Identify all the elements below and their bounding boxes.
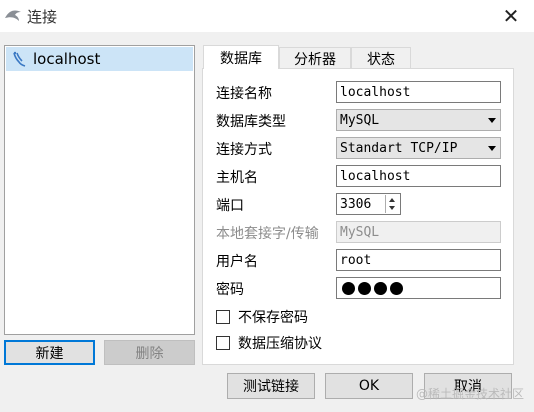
spin-down-icon[interactable] [389, 206, 395, 210]
compression-row[interactable]: 数据压缩协议 [216, 333, 322, 353]
watermark: @稀土掘金技术社区 [415, 387, 524, 401]
connection-method-value: Standart TCP/IP [340, 140, 458, 156]
hostname-field[interactable]: localhost [336, 165, 501, 187]
close-button[interactable]: ✕ [488, 0, 534, 32]
db-type-select[interactable]: MySQL [336, 109, 501, 131]
tab-analyzer[interactable]: 分析器 [279, 47, 351, 69]
chevron-down-icon [488, 118, 496, 123]
password-dot [390, 281, 403, 295]
port-value: 3306 [340, 196, 372, 212]
delete-connection-button[interactable]: 删除 [104, 340, 195, 365]
db-type-label: 数据库类型 [216, 114, 286, 130]
chevron-down-icon [488, 146, 496, 151]
dont-save-password-label: 不保存密码 [238, 310, 308, 326]
hostname-label: 主机名 [216, 170, 258, 186]
dont-save-password-row[interactable]: 不保存密码 [216, 307, 308, 327]
local-socket-label: 本地套接字/传输 [216, 226, 319, 242]
db-type-value: MySQL [340, 112, 380, 128]
compression-checkbox[interactable] [216, 336, 230, 350]
test-connection-button[interactable]: 测试链接 [227, 373, 315, 399]
local-socket-field: MySQL [336, 221, 501, 243]
connection-method-label: 连接方式 [216, 142, 272, 158]
connection-name-label: localhost [33, 50, 101, 68]
port-stepper[interactable]: 3306 [336, 193, 401, 215]
dolphin-icon [13, 51, 26, 67]
password-dot [374, 281, 387, 295]
close-icon: ✕ [502, 4, 520, 28]
connection-item-localhost[interactable]: localhost [6, 47, 193, 71]
connection-name-label: 连接名称 [216, 86, 272, 102]
password-dot [358, 281, 371, 295]
title-bar: 连接 ✕ [0, 0, 534, 32]
connection-list[interactable]: localhost [4, 45, 195, 335]
connection-name-field[interactable]: localhost [336, 81, 501, 103]
connection-method-select[interactable]: Standart TCP/IP [336, 137, 501, 159]
compression-label: 数据压缩协议 [238, 336, 322, 352]
dont-save-password-checkbox[interactable] [216, 310, 230, 324]
database-tab-panel: 连接名称 localhost 数据库类型 MySQL 连接方式 Standart… [202, 68, 514, 365]
ok-button[interactable]: OK [325, 373, 413, 399]
password-mask [342, 281, 403, 295]
spin-up-icon[interactable] [389, 198, 395, 202]
tab-database[interactable]: 数据库 [203, 45, 279, 69]
dolphin-icon [5, 10, 21, 21]
spin-buttons[interactable] [385, 195, 399, 213]
window-title: 连接 [27, 8, 58, 26]
port-label: 端口 [216, 198, 244, 214]
username-label: 用户名 [216, 254, 258, 270]
password-field[interactable] [336, 277, 501, 299]
password-label: 密码 [216, 282, 244, 298]
new-connection-button[interactable]: 新建 [4, 340, 95, 365]
username-field[interactable]: root [336, 249, 501, 271]
tab-status[interactable]: 状态 [351, 47, 411, 69]
password-dot [342, 281, 355, 295]
